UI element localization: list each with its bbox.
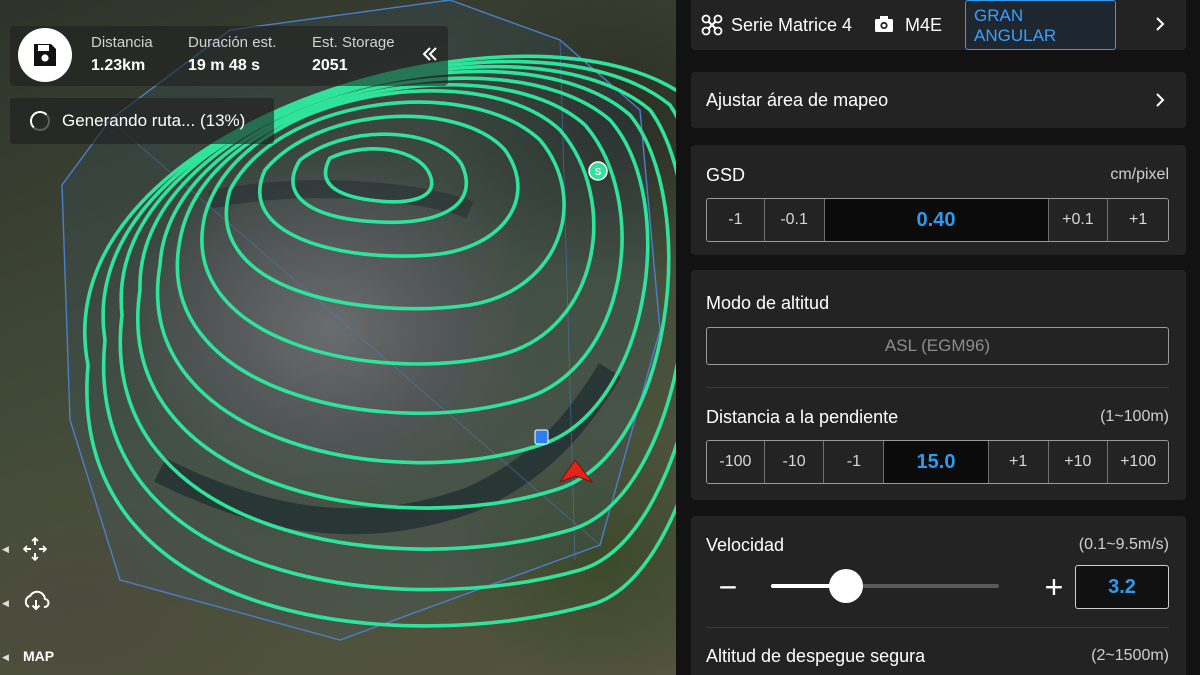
- slope-minus-1-button[interactable]: -1: [824, 441, 885, 483]
- gsd-minus-0-1-button[interactable]: -0.1: [764, 199, 825, 241]
- slope-distance-range: (1~100m): [1100, 408, 1169, 425]
- floppy-disk-icon: [34, 44, 56, 66]
- storage-value: 2051: [312, 57, 348, 74]
- speed-slider-thumb[interactable]: [829, 569, 864, 603]
- gsd-stepper: -1 -0.1 0.40 +0.1 +1: [706, 198, 1169, 242]
- speed-range: (0.1~9.5m/s): [1078, 536, 1169, 553]
- aircraft-series: Serie Matrice 4: [731, 15, 853, 35]
- map-view[interactable]: S Distancia 1.23km Duración est. 19 m 48…: [0, 0, 676, 675]
- slope-distance-value-input[interactable]: 15.0: [884, 441, 989, 483]
- chevron-right-icon: [1156, 93, 1165, 107]
- gsd-plus-0-1-button[interactable]: +0.1: [1048, 199, 1109, 241]
- slope-plus-10-button[interactable]: +10: [1048, 441, 1109, 483]
- save-button[interactable]: [16, 28, 74, 82]
- duration-stat: Duración est. 19 m 48 s: [188, 34, 276, 75]
- slope-plus-100-button[interactable]: +100: [1108, 441, 1168, 483]
- route-generation-text: Generando ruta... (13%): [62, 111, 246, 130]
- speed-card: Velocidad (0.1~9.5m/s) − + 3.2 Altitud d…: [691, 516, 1186, 675]
- camera-model: M4E: [905, 15, 943, 35]
- collapse-stats-button[interactable]: [418, 44, 442, 68]
- save-button-circle: [18, 28, 72, 82]
- map-center-button[interactable]: [22, 536, 48, 567]
- double-chevron-left-icon: [422, 47, 437, 61]
- settings-panel: Serie Matrice 4 M4E GRAN ANGULAR Ajustar…: [676, 0, 1200, 675]
- speed-title: Velocidad: [706, 535, 785, 555]
- safe-takeoff-altitude-title: Altitud de despegue segura: [706, 646, 926, 666]
- home-point-icon[interactable]: [534, 429, 549, 445]
- distance-label: Distancia: [91, 34, 153, 51]
- chevron-right-icon[interactable]: [1153, 17, 1167, 31]
- gsd-minus-1-button[interactable]: -1: [707, 199, 765, 241]
- loading-spinner-icon: [30, 111, 50, 131]
- map-layer-button[interactable]: [22, 588, 50, 619]
- route-start-marker-label: S: [595, 167, 602, 178]
- slope-distance-stepper: -100 -10 -1 15.0 +1 +10 +100: [706, 440, 1169, 484]
- gsd-card: GSD cm/pixel -1 -0.1 0.40 +0.1 +1: [691, 145, 1186, 255]
- gsd-plus-1-button[interactable]: +1: [1108, 199, 1168, 241]
- aircraft-camera-row: Serie Matrice 4 M4E GRAN ANGULAR: [691, 0, 1186, 50]
- cloud-download-icon: [24, 590, 50, 611]
- section-divider: [706, 387, 1169, 388]
- route-generation-status: Generando ruta... (13%): [10, 98, 274, 144]
- speed-value-input[interactable]: 3.2: [1075, 565, 1169, 609]
- slope-distance-title: Distancia a la pendiente: [706, 407, 899, 427]
- duration-value: 19 m 48 s: [188, 57, 261, 74]
- expand-arrow-icon: ◀: [2, 598, 9, 608]
- map-type-label[interactable]: MAP: [23, 648, 54, 664]
- altitude-mode-title: Modo de altitud: [706, 293, 830, 313]
- slope-minus-100-button[interactable]: -100: [707, 441, 765, 483]
- slope-minus-10-button[interactable]: -10: [764, 441, 825, 483]
- expand-arrow-icon: ◀: [2, 544, 9, 554]
- safe-takeoff-altitude-range: (2~1500m): [1091, 647, 1169, 664]
- lens-label-line1: GRAN: [974, 6, 1024, 25]
- slope-plus-1-button[interactable]: +1: [988, 441, 1049, 483]
- camera-icon: [875, 16, 893, 32]
- distance-stat: Distancia 1.23km: [91, 34, 153, 75]
- gsd-value-input[interactable]: 0.40: [824, 199, 1049, 241]
- adjust-mapping-area-label: Ajustar área de mapeo: [706, 90, 889, 110]
- drone-icon: [701, 14, 723, 36]
- lens-label-line2: ANGULAR: [974, 26, 1057, 45]
- gsd-title: GSD: [706, 165, 746, 185]
- distance-value: 1.23km: [91, 57, 146, 74]
- altitude-card: Modo de altitud ASL (EGM96) Distancia a …: [691, 270, 1186, 500]
- crosshair-arrows-icon: [22, 536, 48, 562]
- lens-wide-angle-button[interactable]: GRAN ANGULAR: [965, 0, 1116, 50]
- altitude-mode-select[interactable]: ASL (EGM96): [706, 327, 1169, 365]
- section-divider: [706, 627, 1169, 628]
- speed-decrease-button[interactable]: −: [713, 571, 743, 603]
- storage-label: Est. Storage: [312, 34, 395, 51]
- speed-increase-button[interactable]: +: [1039, 571, 1069, 603]
- gsd-unit: cm/pixel: [1110, 166, 1169, 183]
- adjust-mapping-area-row[interactable]: Ajustar área de mapeo: [691, 72, 1186, 128]
- storage-stat: Est. Storage 2051: [312, 34, 395, 75]
- duration-label: Duración est.: [188, 34, 277, 51]
- expand-arrow-icon: ◀: [2, 652, 9, 662]
